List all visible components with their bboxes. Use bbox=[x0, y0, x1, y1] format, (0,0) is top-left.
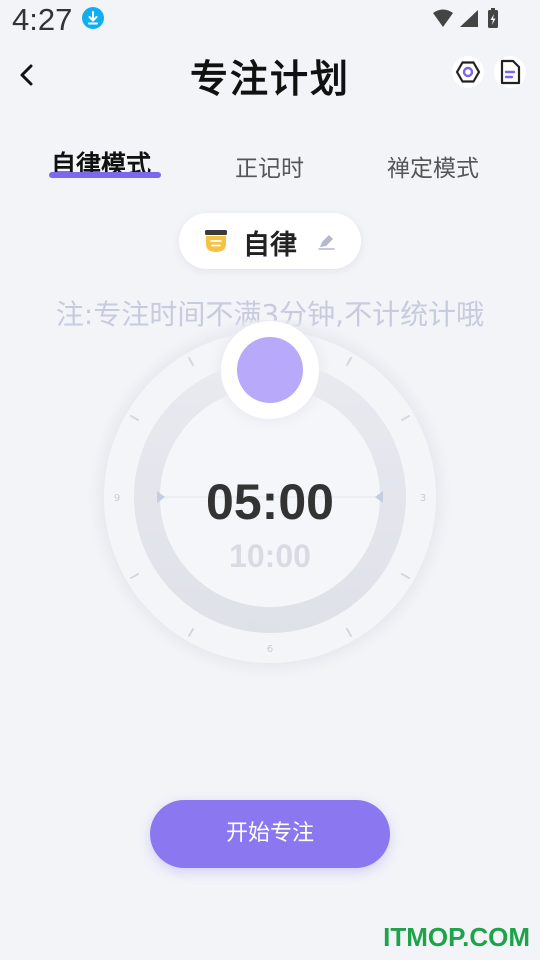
dial-knob[interactable] bbox=[237, 337, 303, 403]
settings-button[interactable] bbox=[452, 56, 484, 88]
mode-chip[interactable]: 自律 bbox=[179, 213, 361, 269]
watermark: ITMOP.COM bbox=[383, 922, 530, 952]
status-bar: 4:27 bbox=[0, 0, 540, 40]
pencil-icon[interactable] bbox=[317, 233, 337, 251]
active-tab-indicator bbox=[49, 172, 161, 178]
hexagon-settings-icon bbox=[455, 61, 481, 83]
mode-label: 自律 bbox=[243, 230, 297, 261]
start-focus-button[interactable]: 开始专注 bbox=[150, 800, 390, 868]
battery-icon bbox=[488, 8, 498, 28]
status-time: 4:27 bbox=[12, 2, 73, 37]
download-icon bbox=[82, 7, 104, 29]
mode-tabs: 自律模式 正记时 禅定模式 bbox=[0, 145, 540, 185]
note-icon bbox=[205, 230, 227, 252]
header: 专注计划 bbox=[0, 40, 540, 110]
tab-count-up[interactable]: 正记时 bbox=[235, 149, 304, 183]
wifi-icon bbox=[433, 9, 453, 27]
document-icon bbox=[500, 59, 521, 85]
tab-zen-mode[interactable]: 禅定模式 bbox=[387, 149, 479, 183]
timer-value: 05:00 bbox=[206, 474, 334, 530]
timer-next-value: 10:00 bbox=[229, 538, 311, 574]
dial-label-6: 6 bbox=[267, 644, 273, 655]
records-button[interactable] bbox=[494, 56, 526, 88]
signal-icon bbox=[460, 10, 478, 27]
